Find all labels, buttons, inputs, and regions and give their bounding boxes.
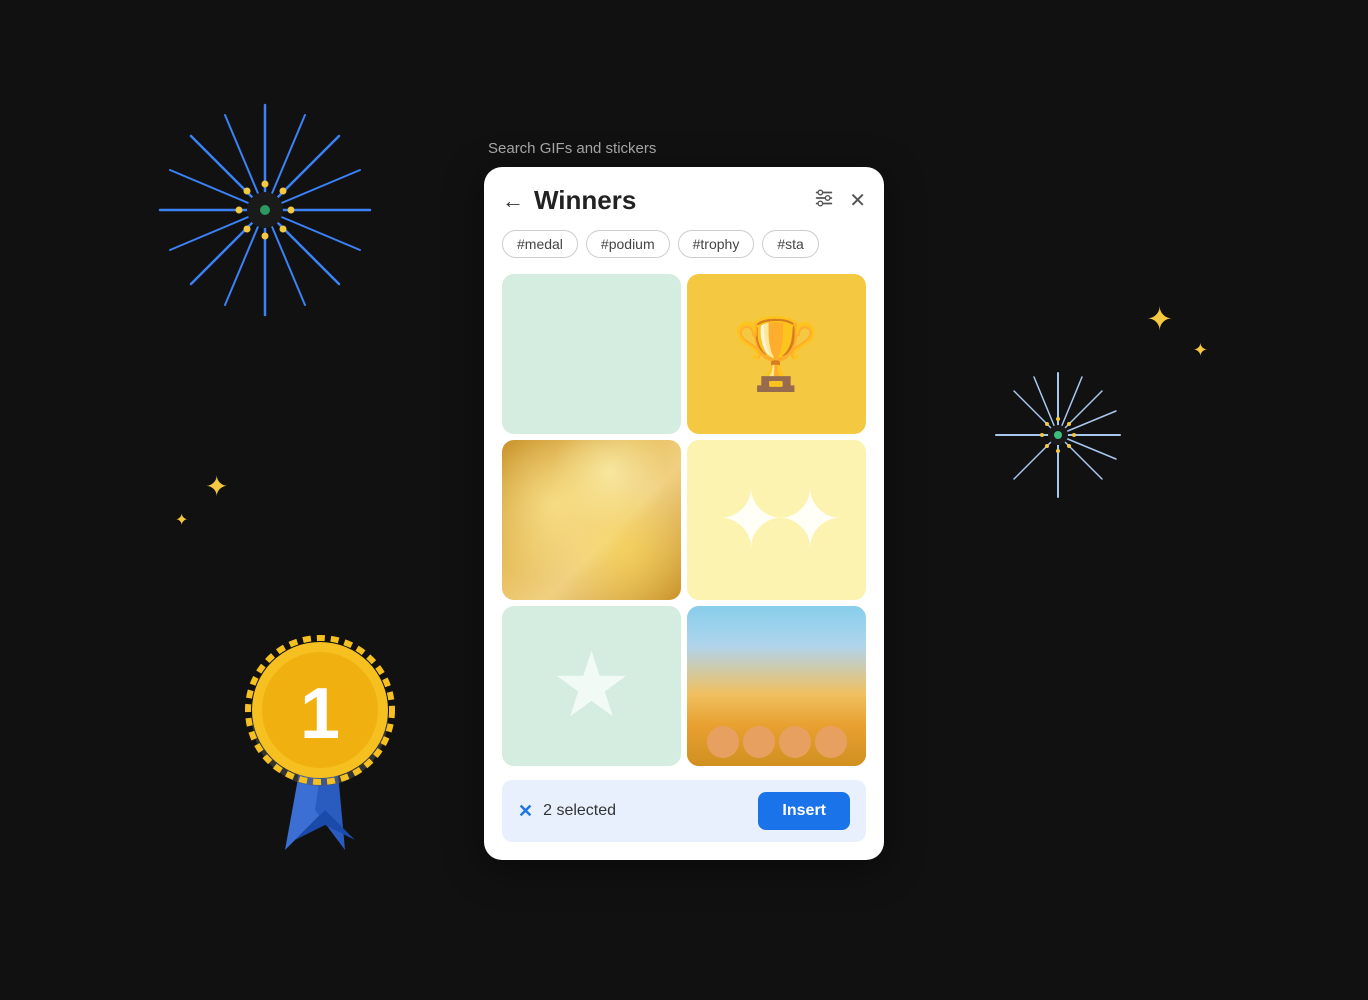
face-4 <box>815 726 847 758</box>
panel-wrapper: Search GIFs and stickers ← Winners <box>484 140 884 860</box>
team-faces <box>687 726 866 766</box>
search-label: Search GIFs and stickers <box>488 140 656 157</box>
svg-text:1: 1 <box>300 674 340 754</box>
gif-cell-trophy[interactable]: 🏆 <box>687 274 866 434</box>
clear-selection-button[interactable]: ✕ <box>518 801 533 822</box>
bokeh-overlay <box>502 440 681 600</box>
tag-podium[interactable]: #podium <box>586 230 670 258</box>
face-3 <box>779 726 811 758</box>
sparkle-left-small: ✦ <box>175 510 188 530</box>
trophy-icon: 🏆 <box>733 319 820 389</box>
insert-button[interactable]: Insert <box>758 792 850 830</box>
title-left: ← Winners <box>502 185 636 216</box>
gif-cell-gold-bokeh[interactable] <box>502 440 681 600</box>
title-row: ← Winners ✕ <box>502 185 866 216</box>
tag-trophy[interactable]: #trophy <box>678 230 755 258</box>
filter-icon[interactable] <box>813 187 835 215</box>
close-icon[interactable]: ✕ <box>849 188 866 213</box>
face-2 <box>743 726 775 758</box>
star-shape: ★ <box>551 641 632 731</box>
gif-cell-team[interactable] <box>687 606 866 766</box>
sparkle-shape: ✦✦ <box>717 480 835 560</box>
gif-cell-sparkles[interactable]: ✦✦ <box>687 440 866 600</box>
tag-medal[interactable]: #medal <box>502 230 578 258</box>
title-right: ✕ <box>813 187 866 215</box>
gif-cell-mint[interactable] <box>502 274 681 434</box>
sparkle-right-large: ✦ <box>1146 300 1173 338</box>
medal-badge-decoration: 1 <box>220 610 440 860</box>
gif-cell-star[interactable]: ★ <box>502 606 681 766</box>
back-button[interactable]: ← <box>502 190 524 212</box>
team-photo <box>687 606 866 766</box>
bottom-bar: ✕ 2 selected Insert <box>502 780 866 842</box>
face-1 <box>707 726 739 758</box>
light-starburst-decoration <box>993 370 1123 500</box>
blue-starburst-decoration <box>155 100 375 320</box>
panel-header: ← Winners ✕ <box>484 167 884 274</box>
selected-left: ✕ 2 selected <box>518 801 616 822</box>
page-title: Winners <box>534 185 636 216</box>
selected-count-label: 2 selected <box>543 802 616 820</box>
sparkle-right-small: ✦ <box>1193 340 1208 361</box>
gif-grid: 🏆 ✦✦ ★ <box>484 274 884 766</box>
sparkle-left-large: ✦ <box>205 470 228 503</box>
tags-row: #medal #podium #trophy #sta <box>502 230 866 258</box>
tag-sta[interactable]: #sta <box>762 230 818 258</box>
main-panel: ← Winners ✕ <box>484 167 884 860</box>
